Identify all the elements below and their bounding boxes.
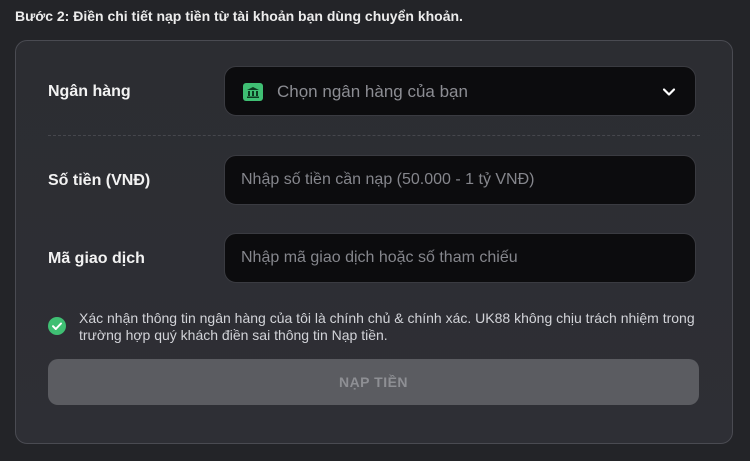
- step-title: Bước 2: Điền chi tiết nạp tiền từ tài kh…: [15, 8, 463, 24]
- check-circle-icon[interactable]: [48, 317, 66, 335]
- confirm-text: Xác nhận thông tin ngân hàng của tôi là …: [79, 310, 695, 343]
- amount-field-wrapper: [224, 155, 696, 205]
- deposit-form-card: Ngân hàng Chọn ngân hàng của bạn Số tiền…: [15, 40, 733, 444]
- transaction-code-label: Mã giao dịch: [48, 250, 145, 267]
- chevron-down-icon: [662, 88, 676, 96]
- transaction-code-field-wrapper: [224, 233, 696, 283]
- bank-label: Ngân hàng: [48, 83, 131, 100]
- amount-label: Số tiền (VNĐ): [48, 172, 151, 189]
- bank-select[interactable]: Chọn ngân hàng của bạn: [224, 66, 696, 116]
- bank-select-placeholder: Chọn ngân hàng của bạn: [277, 82, 468, 101]
- transaction-code-input[interactable]: [225, 234, 695, 282]
- amount-input[interactable]: [225, 156, 695, 204]
- bank-icon: [243, 83, 263, 101]
- divider: [48, 135, 700, 136]
- deposit-submit-button[interactable]: NẠP TIỀN: [48, 359, 699, 405]
